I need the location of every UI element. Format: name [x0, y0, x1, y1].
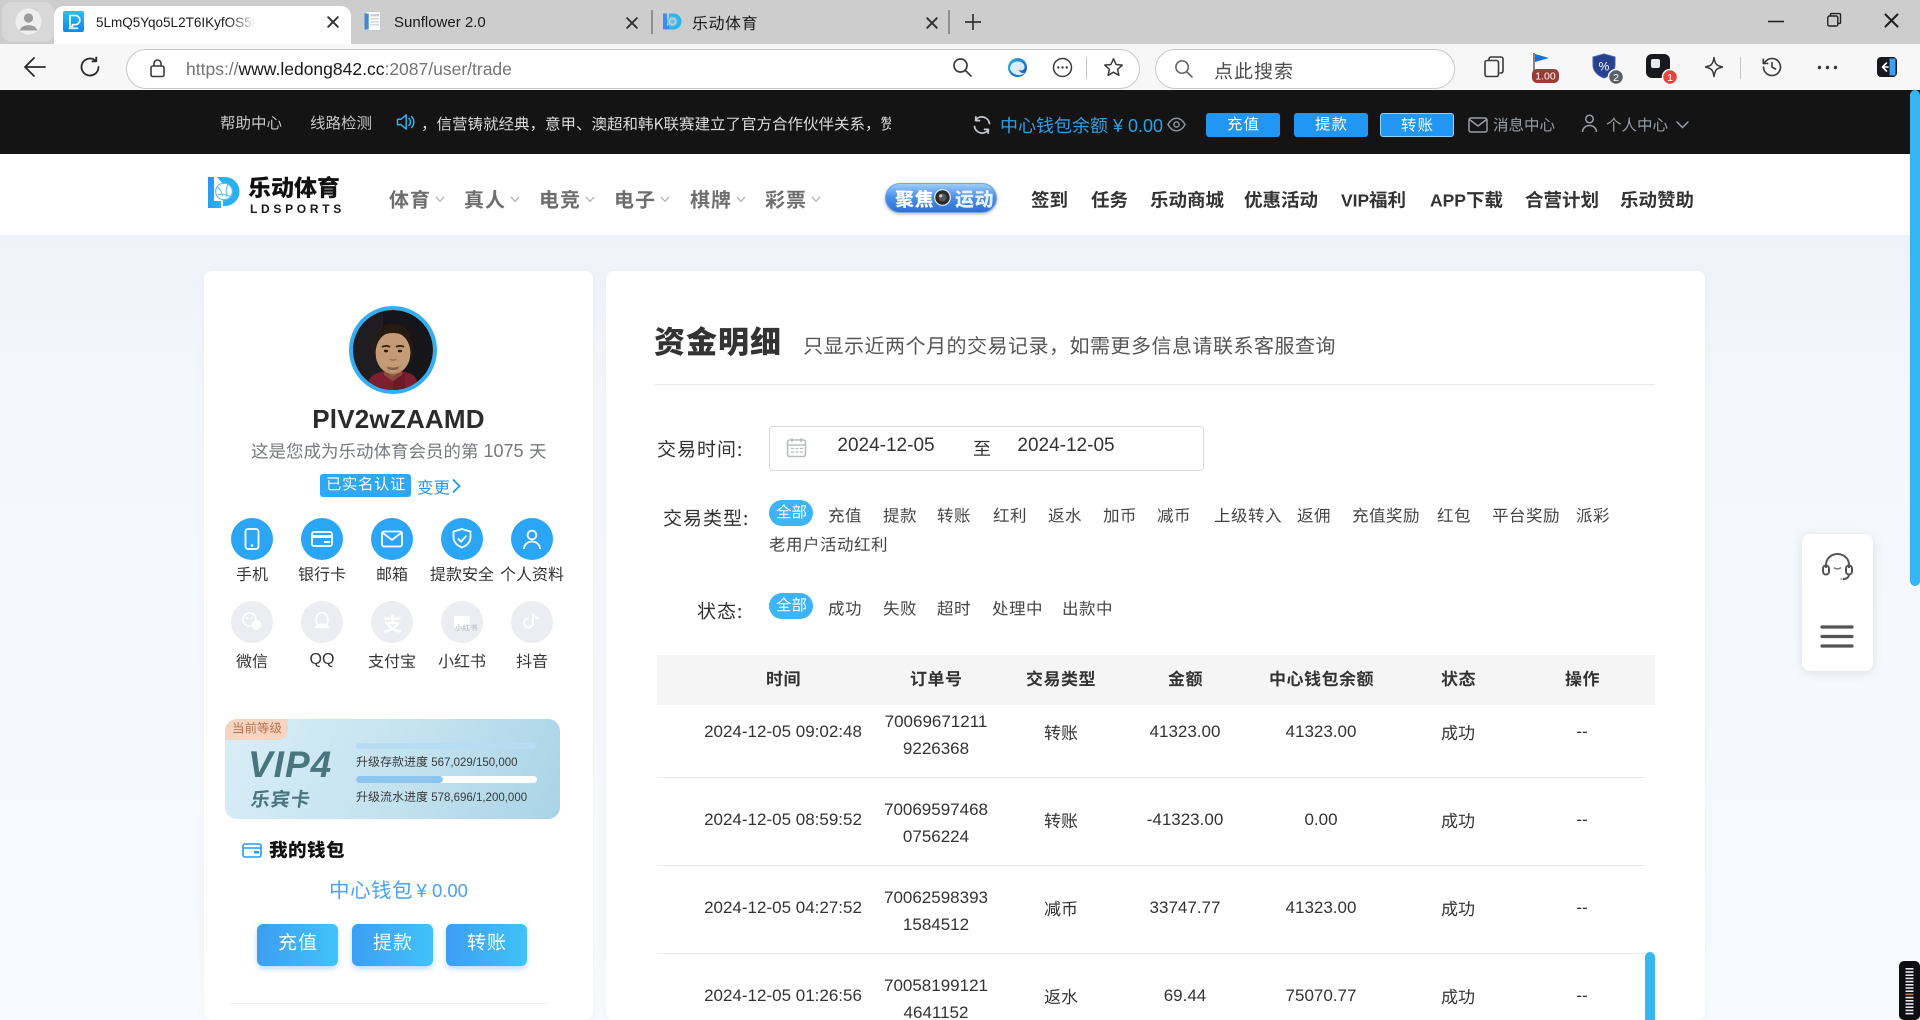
svg-text:2: 2: [1613, 72, 1619, 84]
svg-text:%: %: [1599, 60, 1610, 74]
svg-text:1: 1: [1667, 72, 1673, 84]
svg-text:1.00: 1.00: [1535, 71, 1556, 83]
